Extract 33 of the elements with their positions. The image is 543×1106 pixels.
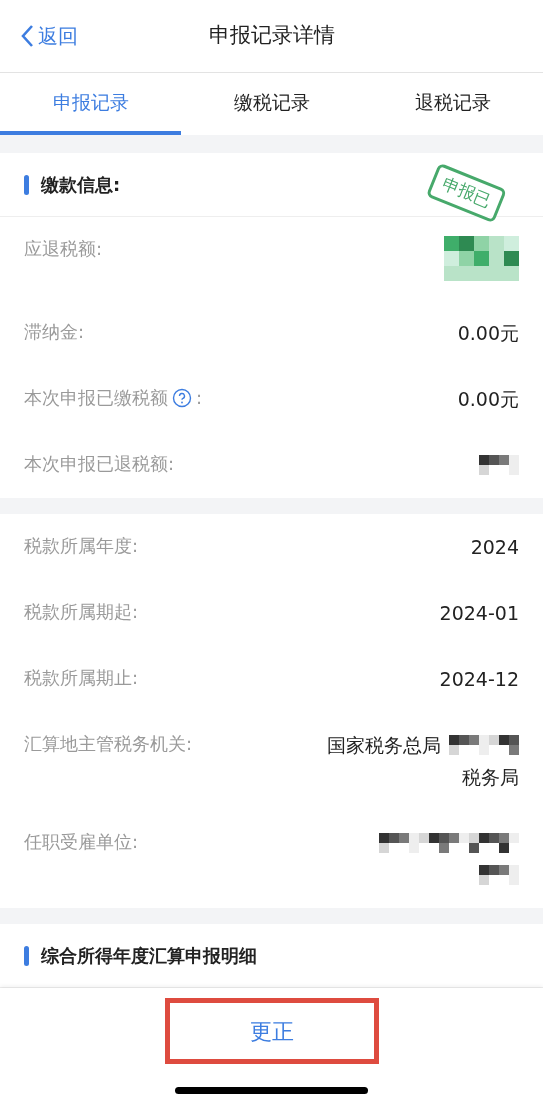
pixelated-redaction — [449, 735, 519, 755]
field-label: 应退税额: — [24, 237, 103, 261]
correct-button[interactable]: 更正 — [164, 998, 379, 1064]
section-marker — [24, 945, 29, 966]
field-value: 2024-01 — [439, 601, 519, 626]
tab[interactable]: 缴税记录 — [181, 73, 362, 135]
field-value: 2024 — [470, 535, 519, 560]
field-label: 税款所属期止: — [24, 666, 139, 690]
page-title: 申报记录详情 — [208, 22, 335, 50]
field-value: 0.00元 — [457, 387, 519, 412]
field-label: 本次申报已退税额: — [24, 452, 175, 476]
field-value: 2024-12 — [439, 667, 519, 692]
pixelated-redaction — [479, 865, 519, 885]
label-colon: : — [196, 386, 203, 410]
field-value: 国家税务总局 — [327, 733, 441, 758]
field-label: 滞纳金: — [24, 320, 85, 344]
field-label: 汇算地主管税务机关: — [24, 732, 193, 756]
field-label: 税款所属期起: — [24, 600, 139, 624]
chevron-left-icon — [20, 24, 34, 48]
field-label: 税款所属年度: — [24, 534, 139, 558]
field-value: 0.00元 — [457, 321, 519, 346]
field-label: 任职受雇单位: — [24, 830, 139, 854]
help-icon — [172, 388, 192, 408]
field-value: 税务局 — [462, 765, 519, 790]
back-button[interactable]: 返回 — [0, 21, 78, 51]
tab[interactable]: 退税记录 — [362, 73, 543, 135]
section-title: 综合所得年度汇算申报明细 — [41, 944, 257, 968]
section-marker — [24, 174, 29, 195]
status-stamp: 申报已 — [426, 162, 507, 223]
section-title: 缴款信息: — [41, 173, 121, 197]
pixelated-redaction — [479, 455, 519, 475]
tab[interactable]: 申报记录 — [0, 73, 181, 135]
field-label: 本次申报已缴税额 — [24, 386, 168, 410]
